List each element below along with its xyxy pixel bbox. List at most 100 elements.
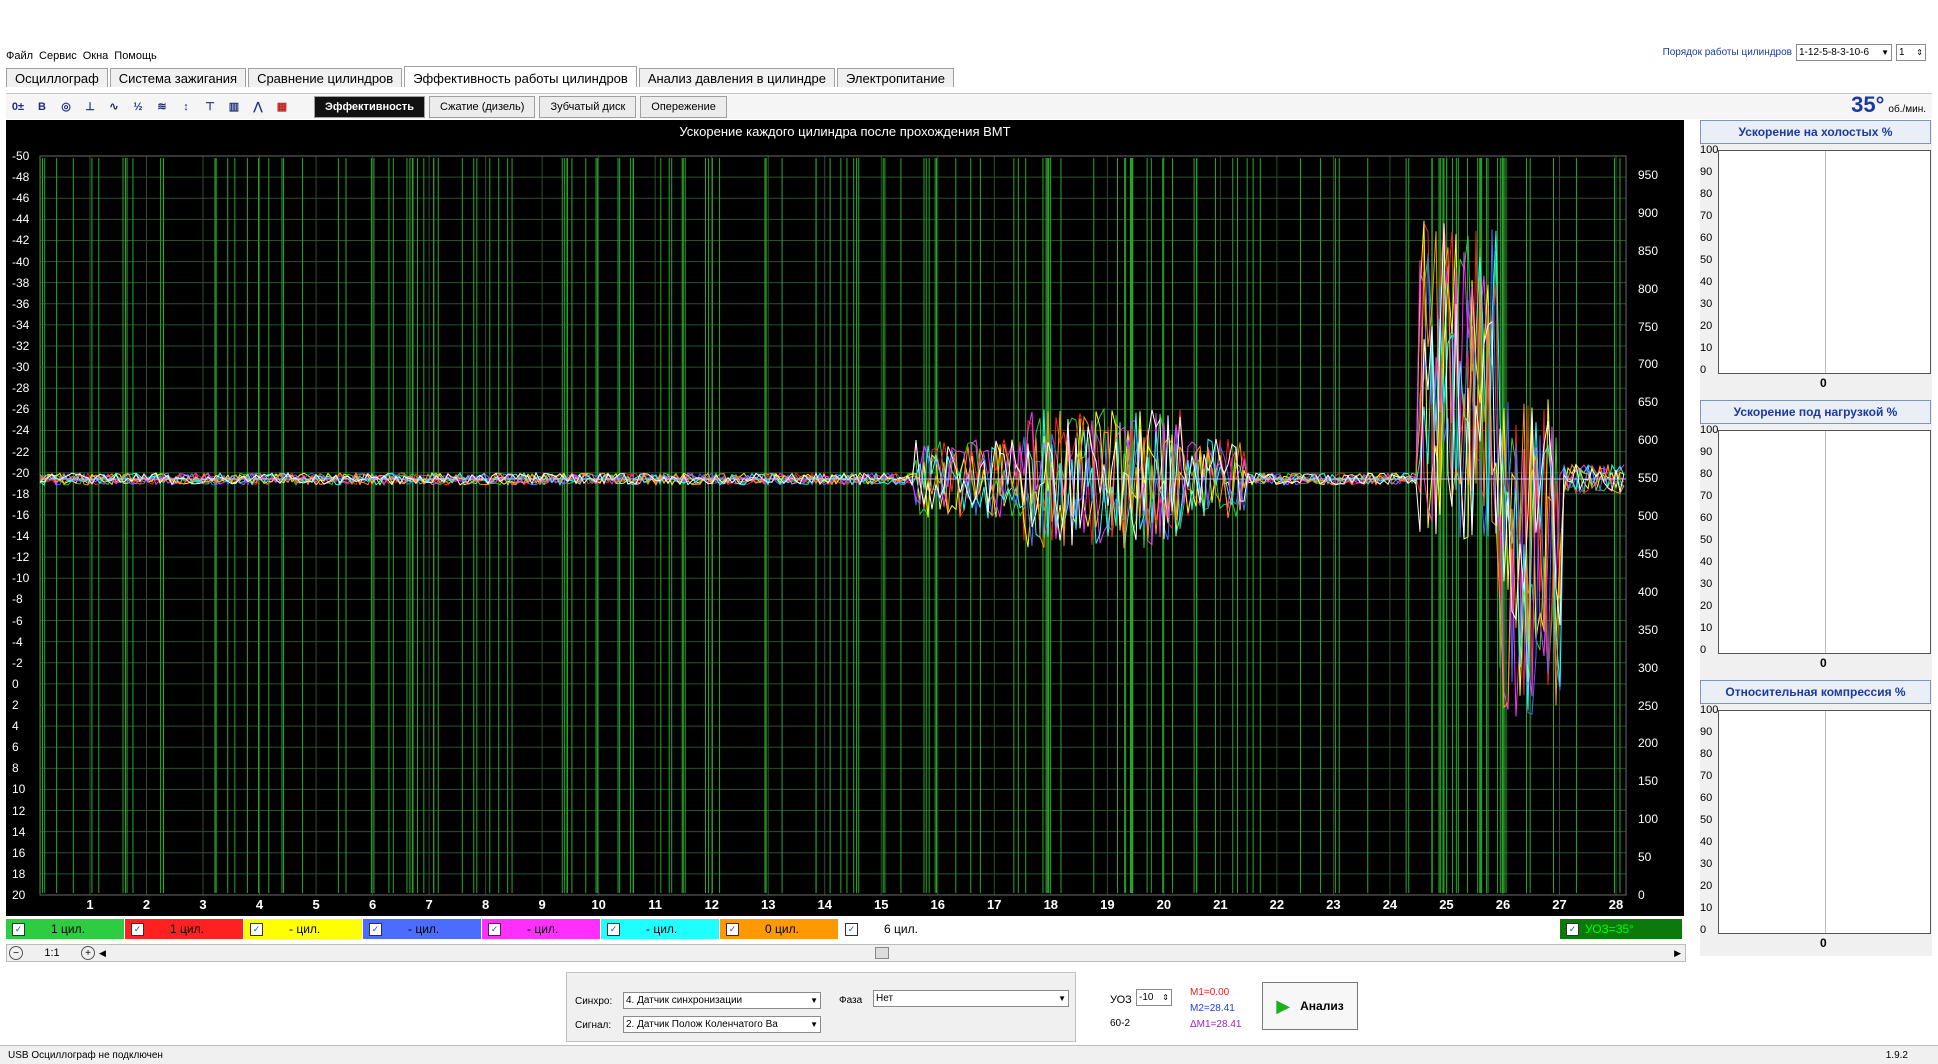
angle-readout: 35° об./мин. [1851, 92, 1926, 118]
tab-ignition[interactable]: Система зажигания [109, 68, 247, 87]
menu-service[interactable]: Сервис [39, 50, 77, 66]
channel-checkbox[interactable]: ✓ [726, 922, 739, 936]
channel-checkbox[interactable]: ✓ [607, 922, 620, 936]
x-tick-label: 25 [1439, 897, 1454, 912]
cylinder-spin-value: 1 [1899, 47, 1905, 58]
bold-b-icon[interactable]: B [32, 97, 52, 117]
algorithm-icon[interactable]: ½ [128, 97, 148, 117]
panel-tick: 20 [1700, 600, 1713, 612]
panel-tick: 30 [1700, 578, 1713, 590]
horizontal-scrollbar[interactable] [110, 947, 1670, 959]
series-line [39, 235, 1625, 677]
zoom-out-icon[interactable]: − [9, 946, 23, 960]
analyze-button[interactable]: ▶ Анализ [1262, 982, 1358, 1030]
uoz-channel-toggle[interactable]: ✓ УОЗ=35° [1560, 919, 1682, 939]
panel-tick: 10 [1700, 342, 1713, 354]
menu-file[interactable]: Файл [6, 50, 33, 66]
panel-plot [1718, 430, 1931, 654]
menu-windows[interactable]: Окна [83, 50, 109, 66]
channel-checkbox[interactable]: ✓ [131, 922, 144, 936]
sync-value: 4. Датчик синхронизации [626, 995, 743, 1006]
uoz-checkbox[interactable]: ✓ [1566, 922, 1579, 936]
bars-icon[interactable]: ▥ [224, 97, 244, 117]
series-line [39, 231, 1625, 709]
subtab-compression-diesel[interactable]: Сжатие (дизель) [428, 95, 536, 118]
channel-toggle[interactable]: ✓ 0 цил. [720, 919, 838, 939]
channel-checkbox[interactable]: ✓ [369, 922, 382, 936]
channel-toggle[interactable]: ✓ - цил. [601, 919, 719, 939]
series-line [39, 223, 1625, 626]
signal-label: Сигнал: [575, 1020, 612, 1031]
channel-toggle[interactable]: ✓ - цил. [363, 919, 481, 939]
tab-cylinder-compare[interactable]: Сравнение цилиндров [248, 68, 403, 87]
channel-toggle[interactable]: ✓ 1 цил. [6, 919, 124, 939]
marker-m1: M1=0.00 [1190, 987, 1230, 998]
channel-toggle[interactable]: ✓ 1 цил. [125, 919, 243, 939]
scroll-left-icon[interactable]: ◀ [99, 948, 106, 959]
tab-power[interactable]: Электропитание [836, 68, 954, 87]
series-line [39, 221, 1625, 696]
channel-toggle[interactable]: ✓ - цил. [244, 919, 362, 939]
x-tick-label: 26 [1495, 897, 1511, 912]
phase-label: Фаза [839, 995, 863, 1006]
tab-pressure-analysis[interactable]: Анализ давления в цилиндре [638, 68, 835, 87]
panel-tick: 90 [1700, 166, 1713, 178]
cylinder-order-select[interactable]: 1-12-5-8-3-10-6 ▼ [1796, 44, 1892, 61]
channel-checkbox[interactable]: ✓ [845, 922, 858, 936]
sensor-icon[interactable]: ≋ [152, 97, 172, 117]
channel-label: 1 цил. [51, 922, 85, 936]
stats-icon[interactable]: ▦ [272, 97, 292, 117]
chevron-down-icon: ▼ [810, 996, 818, 1005]
x-tick-label: 13 [760, 897, 776, 912]
x-tick-label: 14 [817, 897, 832, 912]
subtab-tooth-disc[interactable]: Зубчатый диск [539, 95, 637, 118]
channel-toggle[interactable]: ✓ - цил. [482, 919, 600, 939]
zero-adjust-icon[interactable]: 0± [8, 97, 28, 117]
channel-checkbox[interactable]: ✓ [488, 922, 501, 936]
sync-select[interactable]: 4. Датчик синхронизации ▼ [623, 992, 821, 1009]
x-tick-label: 2 [142, 897, 151, 912]
rpm-gauge-icon[interactable]: ◎ [56, 97, 76, 117]
panel-tick: 70 [1700, 770, 1713, 782]
phase-select[interactable]: Нет ▼ [873, 990, 1069, 1007]
tab-cylinder-efficiency[interactable]: Эффективность работы цилиндров [404, 66, 637, 87]
panel-tick: 60 [1700, 792, 1713, 804]
tab-oscilloscope[interactable]: Осциллограф [6, 68, 108, 87]
panel-tick: 90 [1700, 726, 1713, 738]
menu-help[interactable]: Помощь [114, 50, 157, 66]
subtab-efficiency[interactable]: Эффективность [314, 95, 425, 118]
panel-divider [1824, 711, 1826, 933]
scroll-right-icon[interactable]: ▶ [1674, 948, 1681, 959]
version-label: 1.9.2 [1885, 1049, 1908, 1061]
scrollbar-thumb[interactable] [874, 947, 889, 959]
panel-tick: 40 [1700, 556, 1713, 568]
signal-select[interactable]: 2. Датчик Полож Коленчатого Ва ▼ [623, 1016, 821, 1033]
tdc-marker-icon[interactable]: ⊥ [80, 97, 100, 117]
uoz-spin[interactable]: -10 ⇕ [1136, 989, 1172, 1006]
x-tick-label: 6 [368, 897, 377, 912]
angle-unit: об./мин. [1888, 104, 1926, 115]
x-tick-label: 27 [1552, 897, 1567, 912]
panel-tick: 0 [1700, 924, 1707, 936]
status-bar: USB Осциллограф не подключен 1.9.2 [0, 1045, 1938, 1064]
panel-tick: 60 [1700, 232, 1713, 244]
channel-checkbox[interactable]: ✓ [250, 922, 263, 936]
panel-plot [1718, 150, 1931, 374]
curve-icon[interactable]: ∿ [104, 97, 124, 117]
x-tick-label: 28 [1608, 897, 1624, 912]
channel-toggle[interactable]: ✓ 6 цил. [839, 919, 957, 939]
plot-svg [39, 155, 1627, 896]
angle-value: 35° [1851, 92, 1885, 117]
panel-tick: 100 [1700, 424, 1719, 436]
cylinder-spin[interactable]: 1 ⇕ [1896, 44, 1926, 61]
acceleration-chart[interactable]: Ускорение каждого цилиндра после прохожд… [6, 120, 1684, 916]
zoom-in-icon[interactable]: + [81, 946, 95, 960]
cursor-icon[interactable]: ⊤ [200, 97, 220, 117]
channel-label: 0 цил. [765, 922, 799, 936]
subtab-advance[interactable]: Опережение [640, 95, 727, 118]
play-icon: ▶ [1276, 995, 1291, 1016]
wave-icon[interactable]: ⋀ [248, 97, 268, 117]
align-icon[interactable]: ↕ [176, 97, 196, 117]
channel-checkbox[interactable]: ✓ [12, 922, 25, 936]
gear-label: 60-2 [1110, 1018, 1131, 1029]
